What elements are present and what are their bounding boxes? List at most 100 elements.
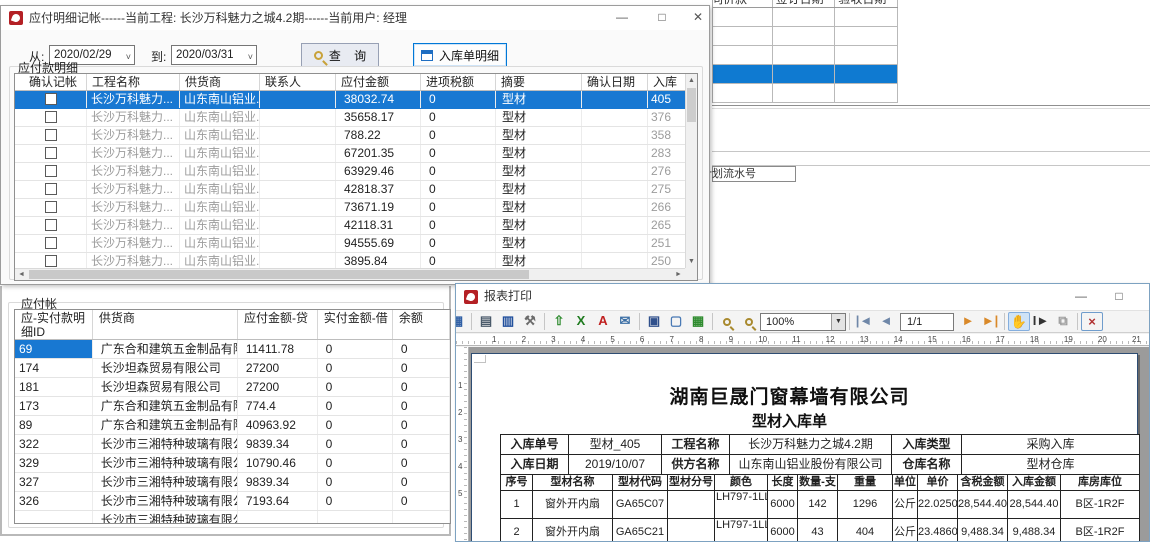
table-cell: 251 [648,235,686,252]
payable-account-row[interactable]: 174长沙坦森贸易有限公司2720000 [15,359,450,378]
minimize-button[interactable]: — [1068,287,1094,307]
options-icon[interactable]: ⚒ [519,312,541,331]
pdf-export-icon[interactable]: A [592,312,614,331]
close-button[interactable]: ✕ [1144,287,1150,307]
copy-page-icon[interactable]: ⧉ [1052,312,1074,331]
titlebar[interactable]: 应付明细记帐------当前工程: 长沙万科魅力之城4.2期------当前用户… [1,6,709,30]
column-header[interactable]: 确认日期 [582,74,648,90]
vertical-scrollbar[interactable]: ▲ ▼ [685,74,697,268]
column-header[interactable]: 供货商 [93,310,238,339]
page-number-input[interactable]: 1/1 [900,313,954,331]
confirm-checkbox[interactable] [45,147,57,159]
first-page-icon[interactable]: |◄ [853,312,875,331]
column-header[interactable]: 应-实付款明细ID [15,310,93,339]
payable-detail-row[interactable]: 长沙万科魅力...山东南山铝业...42118.310型材265 [15,217,687,235]
table-cell: GA65C21 [613,519,668,541]
inbound-detail-button[interactable]: 入库单明细 [413,43,507,67]
text-select-icon[interactable]: I► [1030,312,1052,331]
last-page-icon[interactable]: ►| [979,312,1001,331]
payable-detail-row[interactable]: 长沙万科魅力...山东南山铝业...3895.840型材250 [15,253,687,268]
next-page-icon[interactable]: ► [957,312,979,331]
payable-detail-row[interactable]: 长沙万科魅力...山东南山铝业...73671.190型材266 [15,199,687,217]
payable-account-row[interactable]: 322长沙市三湘特种玻璃有限公司9839.3400 [15,435,450,454]
column-header[interactable]: 摘要 [496,74,582,90]
zoom-in-icon[interactable] [716,312,738,331]
column-header[interactable]: 联系人 [260,74,336,90]
payable-account-row[interactable]: 长沙市三湘特种玻璃有限公司 [15,511,450,524]
maximize-button[interactable]: □ [1106,287,1132,307]
payable-detail-row[interactable]: 长沙万科魅力...山东南山铝业...63929.460型材276 [15,163,687,181]
grid-export-icon[interactable]: ▦ [687,312,709,331]
column-header[interactable]: 工程名称 [87,74,180,90]
close-preview-icon[interactable]: × [1081,312,1103,331]
confirm-checkbox[interactable] [45,129,57,141]
payable-account-row[interactable]: 326长沙市三湘特种玻璃有限公司7193.6400 [15,492,450,511]
export-icon[interactable]: ⇧ [548,312,570,331]
excel-export-icon[interactable]: X [570,312,592,331]
open-report-icon[interactable]: ▢ [665,312,687,331]
column-header[interactable]: 供货商 [180,74,260,90]
payable-detail-row[interactable]: 长沙万科魅力...山东南山铝业...94555.690型材251 [15,235,687,253]
query-button[interactable]: 查 询 [301,43,379,67]
payable-account-row[interactable]: 69广东合和建筑五金制品有限公司11411.7800 [15,340,450,359]
hand-tool-icon[interactable]: ✋ [1008,312,1030,331]
zoom-out-icon[interactable] [738,312,760,331]
payable-account-row[interactable]: 181长沙坦森贸易有限公司2720000 [15,378,450,397]
payable-detail-row[interactable]: 长沙万科魅力...山东南山铝业...38032.740型材405 [15,91,687,109]
zoom-level-select[interactable]: 100%▼ [760,313,846,331]
column-header[interactable]: 应付金额-贷 [238,310,318,339]
titlebar[interactable]: 报表打印 — □ ✕ [456,284,1149,310]
to-date-select[interactable]: 2020/03/31 ˅ [171,45,257,65]
table-row[interactable] [713,46,898,65]
payable-account-row[interactable]: 89广东合和建筑五金制品有限公司40963.9200 [15,416,450,435]
confirm-checkbox[interactable] [45,201,57,213]
scrollbar-thumb[interactable] [29,270,529,279]
prev-page-icon[interactable]: ◄ [875,312,897,331]
horizontal-scrollbar[interactable]: ◄ ► [15,268,685,280]
column-header[interactable]: 实付金额-借 [318,310,393,339]
confirm-checkbox[interactable] [45,237,57,249]
save-icon[interactable]: ▣ [643,312,665,331]
scroll-left-icon[interactable]: ◄ [15,269,28,280]
payable-account-row[interactable]: 329长沙市三湘特种玻璃有限公司10790.4600 [15,454,450,473]
column-header[interactable]: 应付金额 [336,74,421,90]
scroll-down-icon[interactable]: ▼ [686,255,697,268]
payable-detail-row[interactable]: 长沙万科魅力...山东南山铝业...788.220型材358 [15,127,687,145]
page-setup-icon[interactable]: ▥ [497,312,519,331]
table-row[interactable] [713,65,898,84]
table-cell: 山东南山铝业... [180,127,260,144]
minimize-button[interactable]: — [609,8,635,28]
ruler-number: 6 [640,334,644,345]
column-header[interactable]: 进项税额 [421,74,496,90]
email-icon[interactable]: ✉ [614,312,636,331]
column-header[interactable]: 确认记帐 [15,74,87,90]
confirm-checkbox[interactable] [45,165,57,177]
print-icon[interactable]: ▤ [475,312,497,331]
confirm-checkbox[interactable] [45,219,57,231]
close-button[interactable]: ✕ [685,8,711,28]
table-row[interactable] [713,84,898,103]
scroll-up-icon[interactable]: ▲ [686,74,697,87]
table-row[interactable] [713,8,898,27]
payable-detail-row[interactable]: 长沙万科魅力...山东南山铝业...42818.370型材275 [15,181,687,199]
payable-detail-table[interactable]: 确认记帐工程名称供货商联系人应付金额进项税额摘要确认日期入库 长沙万科魅力...… [14,73,698,281]
confirm-checkbox[interactable] [45,255,57,267]
payable-account-row[interactable]: 173广东合和建筑五金制品有限公司774.400 [15,397,450,416]
preview-icon[interactable]: ▦ [456,312,468,331]
scrollbar-thumb[interactable] [687,88,696,122]
payable-detail-row[interactable]: 长沙万科魅力...山东南山铝业...67201.350型材283 [15,145,687,163]
column-header[interactable]: 入库 [648,74,686,90]
report-preview-area[interactable]: 12345 湖南巨晟门窗幕墙有限公司 型材入库单 入库单号型材_405工程名称长… [456,347,1149,541]
column-header[interactable]: 余额 [393,310,450,339]
confirm-checkbox[interactable] [45,93,57,105]
chevron-down-icon[interactable]: ▼ [831,314,845,330]
payable-detail-row[interactable]: 长沙万科魅力...山东南山铝业...35658.170型材376 [15,109,687,127]
table-cell [15,199,87,216]
confirm-checkbox[interactable] [45,111,57,123]
scroll-right-icon[interactable]: ► [672,269,685,280]
table-row[interactable] [713,27,898,46]
payable-account-row[interactable]: 327长沙市三湘特种玻璃有限公司9839.3400 [15,473,450,492]
payable-account-table[interactable]: 应-实付款明细ID供货商应付金额-贷实付金额-借余额 69广东合和建筑五金制品有… [14,309,451,524]
confirm-checkbox[interactable] [45,183,57,195]
maximize-button[interactable]: □ [649,8,675,28]
